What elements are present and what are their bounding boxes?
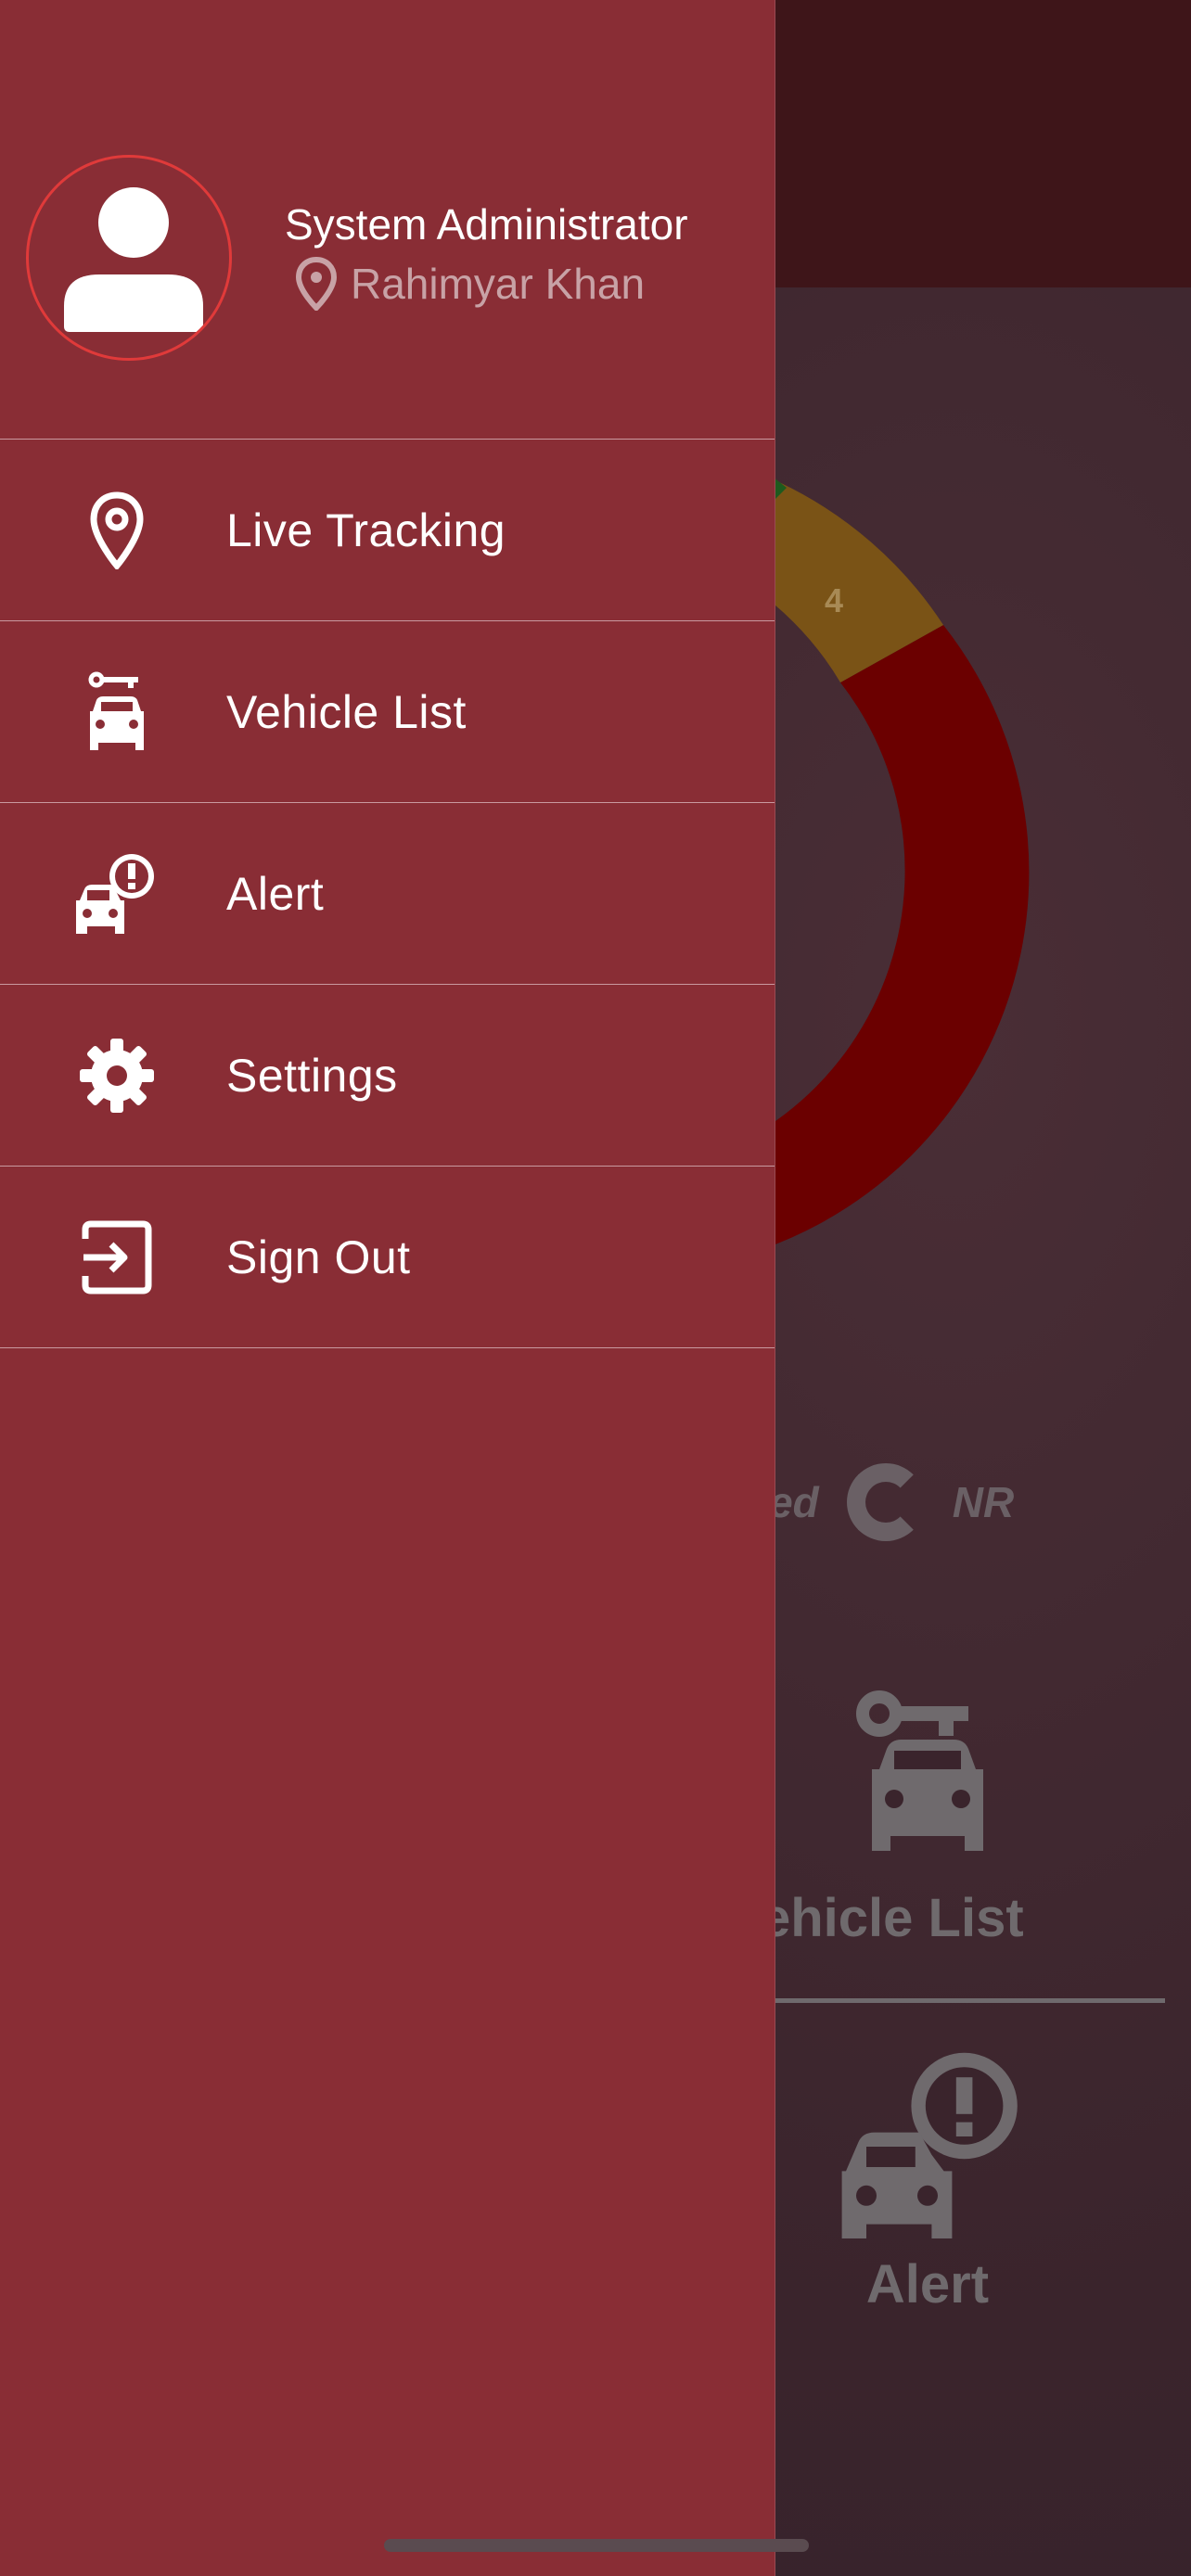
sign-out-icon bbox=[70, 1211, 163, 1304]
drawer-profile-header: System Administrator Rahimyar Khan bbox=[0, 0, 775, 440]
menu-item-settings[interactable]: Settings bbox=[0, 985, 775, 1167]
background-divider bbox=[714, 1998, 1165, 2003]
car-alert-icon bbox=[841, 2052, 1018, 2238]
menu-item-label: Vehicle List bbox=[226, 685, 467, 738]
background-tile-vehicle-list: ehicle List bbox=[733, 1688, 1122, 1949]
gear-icon bbox=[70, 1029, 163, 1122]
menu-item-label: Sign Out bbox=[226, 1231, 411, 1283]
menu-item-vehicle-list[interactable]: Vehicle List bbox=[0, 621, 775, 803]
user-location: Rahimyar Khan bbox=[295, 256, 645, 312]
navigation-drawer: System Administrator Rahimyar Khan Live … bbox=[0, 0, 775, 2576]
legend-label-nr: NR bbox=[952, 1478, 1015, 1526]
user-location-text: Rahimyar Khan bbox=[351, 260, 646, 308]
background-tile-label: Alert bbox=[865, 2254, 990, 2315]
drawer-menu: Live Tracking Vehicle List Alert Setting… bbox=[0, 440, 775, 1348]
menu-item-label: Live Tracking bbox=[226, 504, 506, 556]
donut-data-label: 4 bbox=[825, 581, 843, 619]
car-key-icon bbox=[856, 1690, 983, 1851]
user-icon bbox=[64, 187, 203, 332]
background-tile-alert: Alert bbox=[733, 2045, 1122, 2315]
user-name: System Administrator bbox=[285, 200, 688, 249]
car-alert-icon bbox=[70, 848, 163, 940]
menu-item-sign-out[interactable]: Sign Out bbox=[0, 1167, 775, 1348]
avatar[interactable] bbox=[26, 155, 232, 361]
menu-item-live-tracking[interactable]: Live Tracking bbox=[0, 440, 775, 621]
background-tile-label: ehicle List bbox=[761, 1888, 1024, 1948]
location-pin-icon bbox=[295, 257, 338, 311]
menu-item-label: Settings bbox=[226, 1049, 398, 1102]
location-pin-icon bbox=[70, 484, 163, 577]
menu-item-alert[interactable]: Alert bbox=[0, 803, 775, 985]
car-key-icon bbox=[70, 666, 163, 759]
menu-item-label: Alert bbox=[226, 867, 325, 920]
home-indicator bbox=[384, 2539, 809, 2552]
legend-ring-icon bbox=[846, 1463, 925, 1541]
